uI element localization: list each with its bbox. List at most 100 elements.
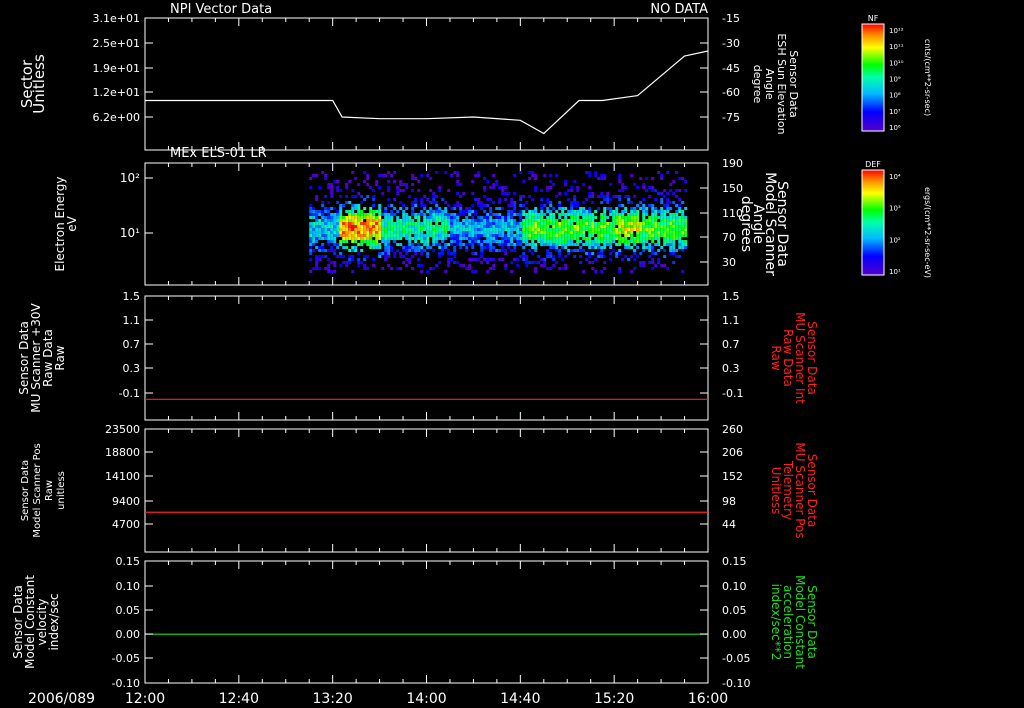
spectrogram-cell: [402, 234, 406, 237]
spectrogram-cell: [327, 216, 331, 219]
spectrogram-cell: [651, 228, 655, 231]
spectrogram-cell: [582, 225, 586, 228]
spectrogram-cell: [411, 189, 415, 192]
spectrogram-cell: [492, 219, 496, 222]
spectrogram-cell: [459, 195, 463, 198]
date-label: 2006/089: [28, 691, 95, 707]
spectrogram-cell: [378, 219, 382, 222]
spectrogram-cell: [573, 216, 577, 219]
spectrogram-cell: [465, 222, 469, 225]
spectrogram-cell: [456, 240, 460, 243]
spectrogram-cell: [357, 222, 361, 225]
spectrogram-cell: [537, 219, 541, 222]
spectrogram-cell: [615, 231, 619, 234]
spectrogram-cell: [561, 246, 565, 249]
spectrogram-cell: [333, 234, 337, 237]
spectrogram-cell: [582, 237, 586, 240]
spectrogram-cell: [354, 246, 358, 249]
spectrogram-cell: [510, 240, 514, 243]
y-tick-label-right: 150: [722, 182, 743, 195]
spectrogram-cell: [639, 237, 643, 240]
spectrogram-cell: [453, 234, 457, 237]
spectrogram-cell: [537, 228, 541, 231]
spectrogram-cell: [378, 225, 382, 228]
spectrogram-cell: [609, 258, 613, 261]
spectrogram-cell: [627, 234, 631, 237]
spectrogram-cell: [315, 231, 319, 234]
spectrogram-cell: [591, 243, 595, 246]
spectrogram-cell: [438, 231, 442, 234]
spectrogram-cell: [483, 189, 487, 192]
spectrogram-cell: [405, 216, 409, 219]
spectrogram-cell: [369, 240, 373, 243]
spectrogram-cell: [579, 255, 583, 258]
spectrogram-cell: [528, 237, 532, 240]
spectrogram-cell: [531, 225, 535, 228]
spectrogram-cell: [432, 198, 436, 201]
spectrogram-cell: [372, 234, 376, 237]
spectrogram-cell: [489, 213, 493, 216]
spectrogram-cell: [513, 174, 517, 177]
spectrogram-cell: [351, 219, 355, 222]
spectrogram-cell: [339, 216, 343, 219]
spectrogram-cell: [588, 261, 592, 264]
spectrogram-cell: [417, 222, 421, 225]
spectrogram-cell: [417, 258, 421, 261]
spectrogram-cell: [330, 195, 334, 198]
spectrogram-cell: [534, 228, 538, 231]
spectrogram-cell: [648, 225, 652, 228]
panel-frames: [144, 17, 709, 684]
spectrogram-cell: [405, 249, 409, 252]
spectrogram-cell: [441, 198, 445, 201]
spectrogram-cell: [660, 231, 664, 234]
spectrogram-cell: [531, 231, 535, 234]
spectrogram-cell: [333, 243, 337, 246]
spectrogram-cell: [651, 210, 655, 213]
spectrogram-cell: [654, 198, 658, 201]
panel-title-els: MEx ELS-01 LR: [170, 146, 267, 161]
spectrogram-cell: [591, 201, 595, 204]
spectrogram-cell: [504, 249, 508, 252]
spectrogram-cell: [324, 207, 328, 210]
spectrogram-cell: [567, 237, 571, 240]
spectrogram-cell: [591, 222, 595, 225]
spectrogram-cell: [519, 210, 523, 213]
spectrogram-cell: [489, 225, 493, 228]
spectrogram-cell: [540, 234, 544, 237]
spectrogram-cell: [663, 189, 667, 192]
spectrogram-cell: [384, 252, 388, 255]
spectrogram-cell: [525, 264, 529, 267]
spectrogram-cell: [441, 210, 445, 213]
spectrogram-cell: [423, 195, 427, 198]
spectrogram-cell: [342, 240, 346, 243]
spectrogram-cell: [402, 213, 406, 216]
spectrogram-cell: [540, 216, 544, 219]
spectrogram-cell: [480, 246, 484, 249]
spectrogram-cell: [630, 225, 634, 228]
spectrogram-cell: [369, 207, 373, 210]
spectrogram-cell: [525, 225, 529, 228]
spectrogram-cell: [387, 225, 391, 228]
spectrogram-cell: [348, 258, 352, 261]
spectrogram-cell: [354, 216, 358, 219]
spectrogram-cell: [453, 171, 457, 174]
spectrogram-cell: [582, 219, 586, 222]
spectrogram-cell: [672, 234, 676, 237]
spectrogram-cell: [381, 228, 385, 231]
spectrogram-cell: [657, 258, 661, 261]
spectrogram-cell: [459, 213, 463, 216]
spectrogram-cell: [603, 213, 607, 216]
spectrogram-cell: [423, 216, 427, 219]
spectrogram-cell: [534, 219, 538, 222]
spectrogram-cell: [327, 237, 331, 240]
spectrogram-cell: [459, 204, 463, 207]
spectrogram-cell: [390, 219, 394, 222]
spectrogram-cell: [570, 249, 574, 252]
spectrogram-cell: [528, 234, 532, 237]
spectrogram-cell: [681, 219, 685, 222]
spectrogram-cell: [420, 222, 424, 225]
spectrogram-cell: [315, 228, 319, 231]
spectrogram-cell: [489, 231, 493, 234]
spectrogram-cell: [540, 204, 544, 207]
spectrogram-cell: [573, 225, 577, 228]
